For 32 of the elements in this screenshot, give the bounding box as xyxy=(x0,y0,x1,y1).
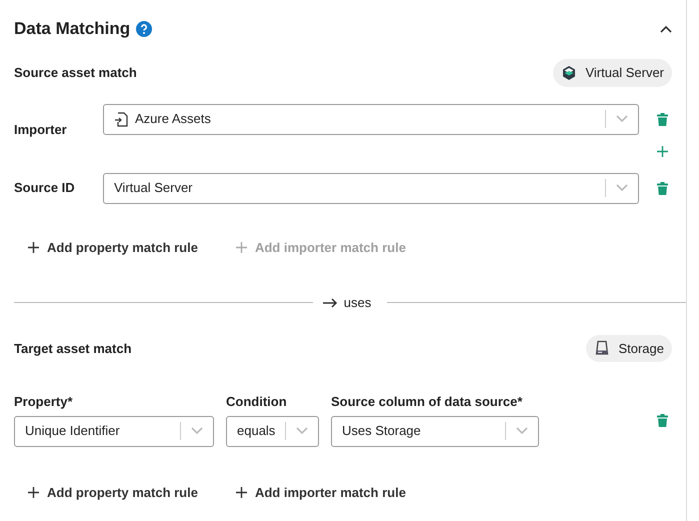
section-heading: Source asset match xyxy=(14,64,137,82)
add-rule-button[interactable]: Add property match rule xyxy=(28,482,198,502)
plus-icon xyxy=(28,486,39,498)
select-field[interactable]: Virtual Server xyxy=(103,172,639,204)
collapse-button[interactable] xyxy=(660,25,672,33)
field-label: Condition xyxy=(226,393,288,411)
plus-icon xyxy=(28,242,39,253)
asset-type-chip: Virtual Server xyxy=(553,59,672,86)
delete-button[interactable] xyxy=(657,182,668,194)
delete-button[interactable] xyxy=(657,112,668,126)
asset-type-chip: Storage xyxy=(586,334,672,362)
field-label: Property* xyxy=(14,393,74,411)
select-field[interactable]: equals xyxy=(226,416,319,446)
cube-icon xyxy=(561,64,578,81)
add-button[interactable] xyxy=(657,146,668,156)
section-heading: Target asset match xyxy=(14,340,132,358)
field-label: Source ID xyxy=(14,179,76,198)
plus-icon xyxy=(236,242,247,253)
import-icon xyxy=(114,112,128,126)
arrow-icon xyxy=(322,298,338,308)
field-label: Importer xyxy=(14,121,68,140)
help-icon[interactable] xyxy=(136,21,152,37)
select-field[interactable]: Uses Storage xyxy=(331,416,539,446)
section-title: Data Matching xyxy=(14,18,130,40)
select-field[interactable]: Azure Assets xyxy=(103,104,639,134)
add-rule-button[interactable]: Add importer match rule xyxy=(236,482,406,502)
plus-icon xyxy=(236,486,247,498)
add-rule-button[interactable]: Add property match rule xyxy=(28,238,198,257)
divider-label: uses xyxy=(344,294,372,312)
field-label: Source column of data source* xyxy=(331,393,524,411)
drive-icon xyxy=(594,340,610,356)
select-field[interactable]: Unique Identifier xyxy=(14,416,214,446)
